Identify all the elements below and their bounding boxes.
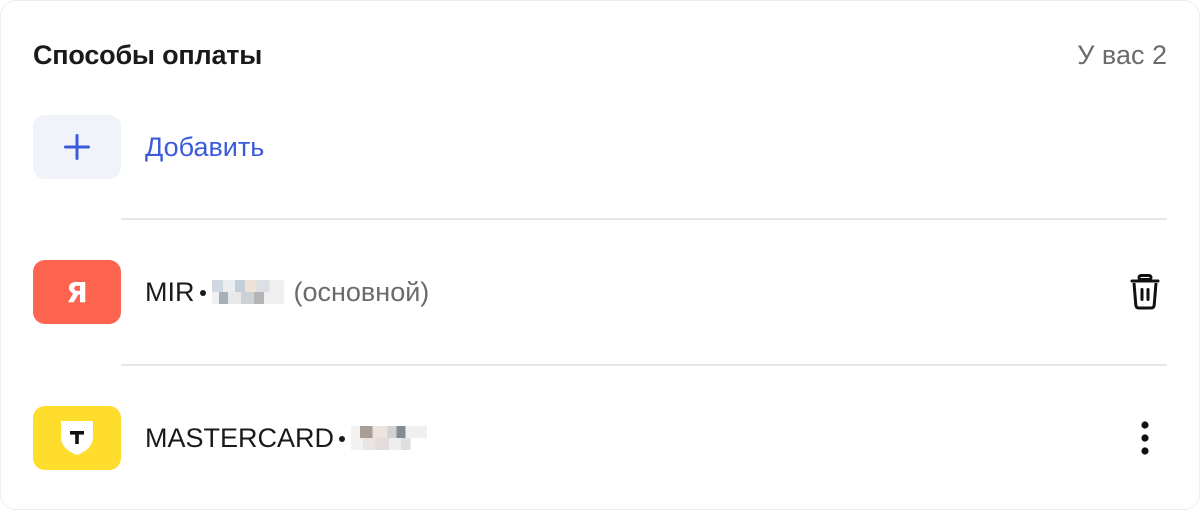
primary-card-note: (основной) [293, 276, 430, 307]
panel-header: Способы оплаты У вас 2 [33, 31, 1167, 79]
yandex-logo-letter: Я [66, 275, 88, 309]
add-payment-method-button[interactable]: Добавить [33, 115, 1167, 179]
card-row-mir[interactable]: Я MIR (основной) [33, 260, 1167, 324]
card-network: MIR [145, 276, 195, 307]
delete-card-button[interactable] [1123, 270, 1167, 314]
plus-icon [64, 134, 90, 160]
separator-dot [339, 436, 346, 442]
card-row-mastercard[interactable]: MASTERCARD [33, 406, 1167, 470]
divider [121, 218, 1167, 220]
trash-icon [1130, 274, 1160, 310]
separator-dot [199, 290, 206, 296]
more-vertical-icon [1141, 421, 1149, 455]
payment-methods-panel: Способы оплаты У вас 2 Добавить Я MIR (о… [0, 0, 1200, 510]
panel-title: Способы оплаты [33, 39, 263, 70]
card-label: MASTERCARD [145, 422, 428, 454]
card-network: MASTERCARD [145, 422, 335, 453]
tbank-logo-icon [33, 406, 121, 470]
tbank-shield-icon [61, 421, 93, 455]
card-more-button[interactable] [1123, 416, 1167, 460]
add-tile[interactable] [33, 115, 121, 179]
add-label[interactable]: Добавить [145, 132, 264, 163]
card-label: MIR (основной) [145, 277, 429, 308]
masked-card-number [211, 280, 284, 304]
masked-card-number [351, 426, 428, 450]
methods-count: У вас 2 [1077, 39, 1167, 70]
divider [121, 364, 1167, 366]
yandex-logo-icon: Я [33, 260, 121, 324]
